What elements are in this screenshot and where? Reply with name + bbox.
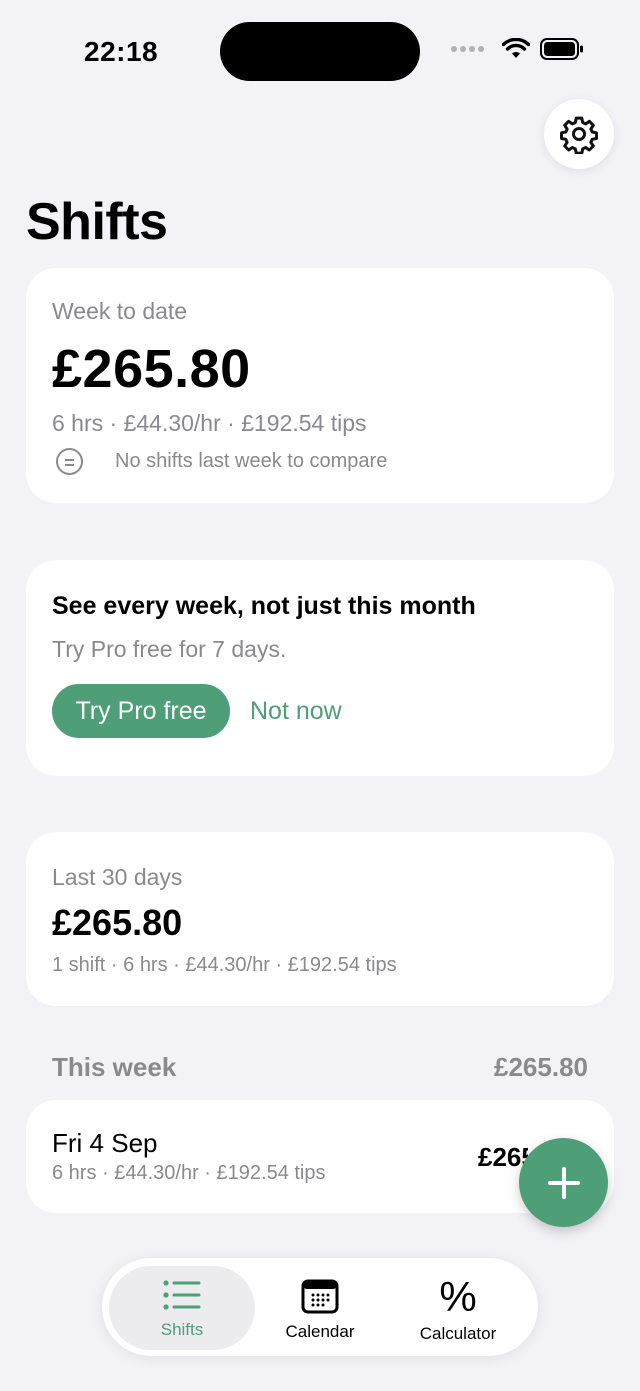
equal-circle-icon [56, 448, 83, 475]
try-pro-free-button[interactable]: Try Pro free [52, 684, 230, 738]
last-30-days-card: Last 30 days £265.80 1 shift · 6 hrs · £… [26, 832, 614, 1006]
tab-calculator-label: Calculator [419, 1324, 497, 1343]
add-shift-button[interactable] [519, 1138, 608, 1227]
wifi-icon [502, 38, 530, 58]
shift-stats: 6 hrs · £44.30/hr · £192.54 tips [52, 1162, 326, 1184]
pro-promo-card: See every week, not just this month Try … [26, 560, 614, 776]
last-30-days-stats: 1 shift · 6 hrs · £44.30/hr · £192.54 ti… [52, 954, 397, 976]
shift-date: Fri 4 Sep [52, 1128, 158, 1158]
cellular-signal-icon [451, 46, 484, 52]
week-to-date-card: Week to date £265.80 6 hrs · £44.30/hr ·… [26, 268, 614, 503]
status-bar: 22:18 [0, 0, 640, 100]
not-now-button[interactable]: Not now [250, 697, 342, 726]
week-to-date-label: Week to date [52, 298, 188, 324]
gear-icon [560, 116, 598, 154]
promo-title: See every week, not just this month [52, 592, 476, 620]
promo-subtitle: Try Pro free for 7 days. [52, 636, 287, 662]
dynamic-island [220, 22, 420, 81]
status-time: 22:18 [84, 36, 159, 67]
tab-calendar-label: Calendar [285, 1322, 355, 1341]
tab-shifts-label: Shifts [160, 1320, 204, 1339]
list-icon [163, 1280, 201, 1310]
tab-calendar[interactable]: Calendar [247, 1266, 393, 1350]
last-30-days-label: Last 30 days [52, 864, 183, 890]
settings-button[interactable] [544, 99, 614, 169]
week-compare-text: No shifts last week to compare [115, 450, 388, 472]
tab-shifts[interactable]: Shifts [109, 1266, 255, 1350]
tab-bar: Shifts Calendar % Calculator [102, 1258, 538, 1356]
week-to-date-amount: £265.80 [52, 339, 251, 399]
status-icons [451, 38, 584, 60]
page-title: Shifts [26, 193, 168, 251]
week-to-date-stats: 6 hrs · £44.30/hr · £192.54 tips [52, 410, 367, 436]
this-week-total: £265.80 [494, 1052, 588, 1082]
percent-icon: % [439, 1273, 477, 1320]
battery-icon [540, 38, 583, 60]
last-30-days-amount: £265.80 [52, 902, 183, 943]
tab-calculator[interactable]: % Calculator [385, 1266, 531, 1350]
this-week-header: This week [52, 1052, 177, 1082]
plus-icon [547, 1166, 580, 1199]
calendar-icon [301, 1279, 339, 1314]
